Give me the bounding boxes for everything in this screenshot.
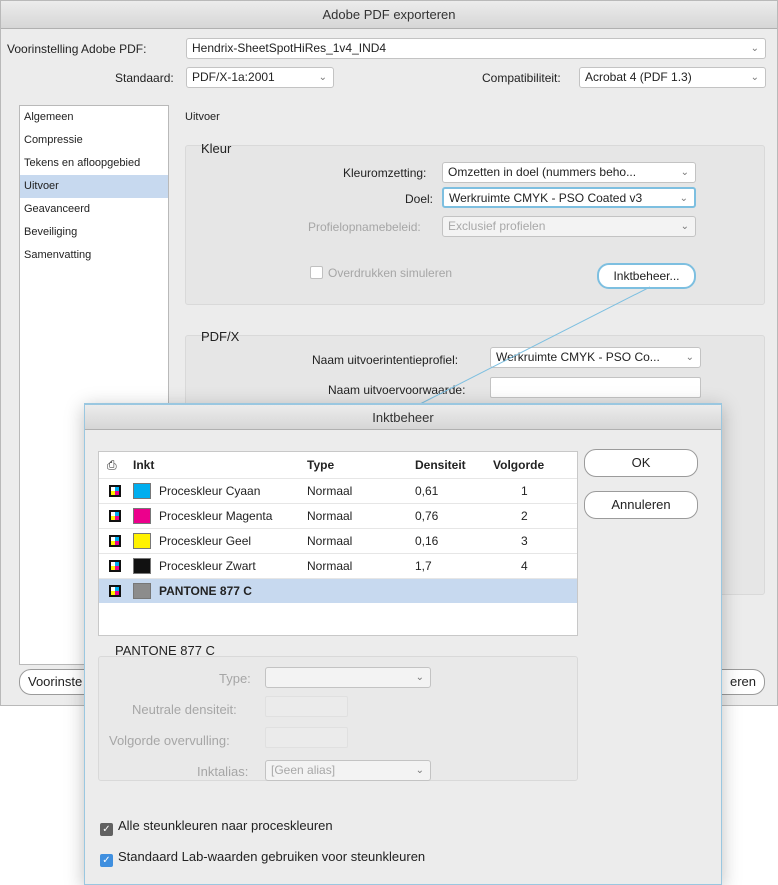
alias-select[interactable]: [Geen alias] ⌄ [265,760,431,781]
table-row[interactable]: Proceskleur Cyaan Normaal 0,61 1 [99,478,577,503]
ink-swatch [133,508,151,524]
process-ink-icon[interactable] [109,560,121,572]
col-order: Volgorde [493,458,545,472]
all-to-process-label: Alle steunkleuren naar proceskleuren [118,818,333,833]
col-inkt: Inkt [133,458,155,472]
process-ink-icon[interactable] [109,510,121,522]
printer-icon: ⎙ [107,458,117,472]
ink-title: Inktbeheer [85,404,721,430]
lab-values-label: Standaard Lab-waarden gebruiken voor ste… [118,849,426,864]
table-row[interactable]: PANTONE 877 C [99,578,577,603]
ok-button[interactable]: OK [584,449,698,477]
alias-label: Inktalias: [197,764,249,779]
ink-type: Normaal [307,509,353,523]
trap-order-input[interactable] [265,727,348,748]
ink-table: ⎙ Inkt Type Densiteit Volgorde Proceskle… [98,451,578,636]
ink-swatch [133,483,151,499]
neutral-density-label: Neutrale densiteit: [132,702,237,717]
ink-type: Normaal [307,559,353,573]
ink-manager-dialog: Inktbeheer ⎙ Inkt Type Densiteit Volgord… [84,403,722,885]
type-select[interactable]: ⌄ [265,667,431,688]
ink-name: PANTONE 877 C [159,584,252,598]
detail-title: PANTONE 877 C [115,643,215,658]
ink-type: Normaal [307,484,353,498]
ink-order: 3 [521,534,528,548]
ink-density: 1,7 [415,559,432,573]
table-row[interactable]: Proceskleur Magenta Normaal 0,76 2 [99,503,577,528]
ink-name: Proceskleur Geel [159,534,252,548]
ink-order: 1 [521,484,528,498]
alias-value: [Geen alias] [271,763,336,777]
ink-name: Proceskleur Zwart [159,559,256,573]
col-type: Type [307,458,335,472]
process-ink-icon[interactable] [109,585,121,597]
check-icon: ✓ [100,823,113,836]
neutral-density-input[interactable] [265,696,348,717]
all-to-process-checkbox[interactable]: ✓ Alle steunkleuren naar proceskleuren [100,818,333,836]
type-label: Type: [219,671,251,686]
ink-density: 0,61 [415,484,439,498]
ink-swatch [133,583,151,599]
process-ink-icon[interactable] [109,535,121,547]
ink-order: 2 [521,509,528,523]
lab-values-checkbox[interactable]: ✓ Standaard Lab-waarden gebruiken voor st… [100,849,425,867]
ink-name: Proceskleur Cyaan [159,484,261,498]
ink-swatch [133,533,151,549]
trap-order-label: Volgorde overvulling: [109,733,230,748]
process-ink-icon[interactable] [109,485,121,497]
ink-name: Proceskleur Magenta [159,509,273,523]
table-row[interactable]: Proceskleur Zwart Normaal 1,7 4 [99,553,577,578]
check-icon: ✓ [100,854,113,867]
ink-type: Normaal [307,534,353,548]
table-row[interactable]: Proceskleur Geel Normaal 0,16 3 [99,528,577,553]
ink-swatch [133,558,151,574]
col-density: Densiteit [415,458,466,472]
ink-density: 0,16 [415,534,439,548]
chevron-down-icon: ⌄ [415,672,424,683]
chevron-down-icon: ⌄ [415,765,424,776]
ink-order: 4 [521,559,528,573]
cancel-button[interactable]: Annuleren [584,491,698,519]
ink-density: 0,76 [415,509,439,523]
